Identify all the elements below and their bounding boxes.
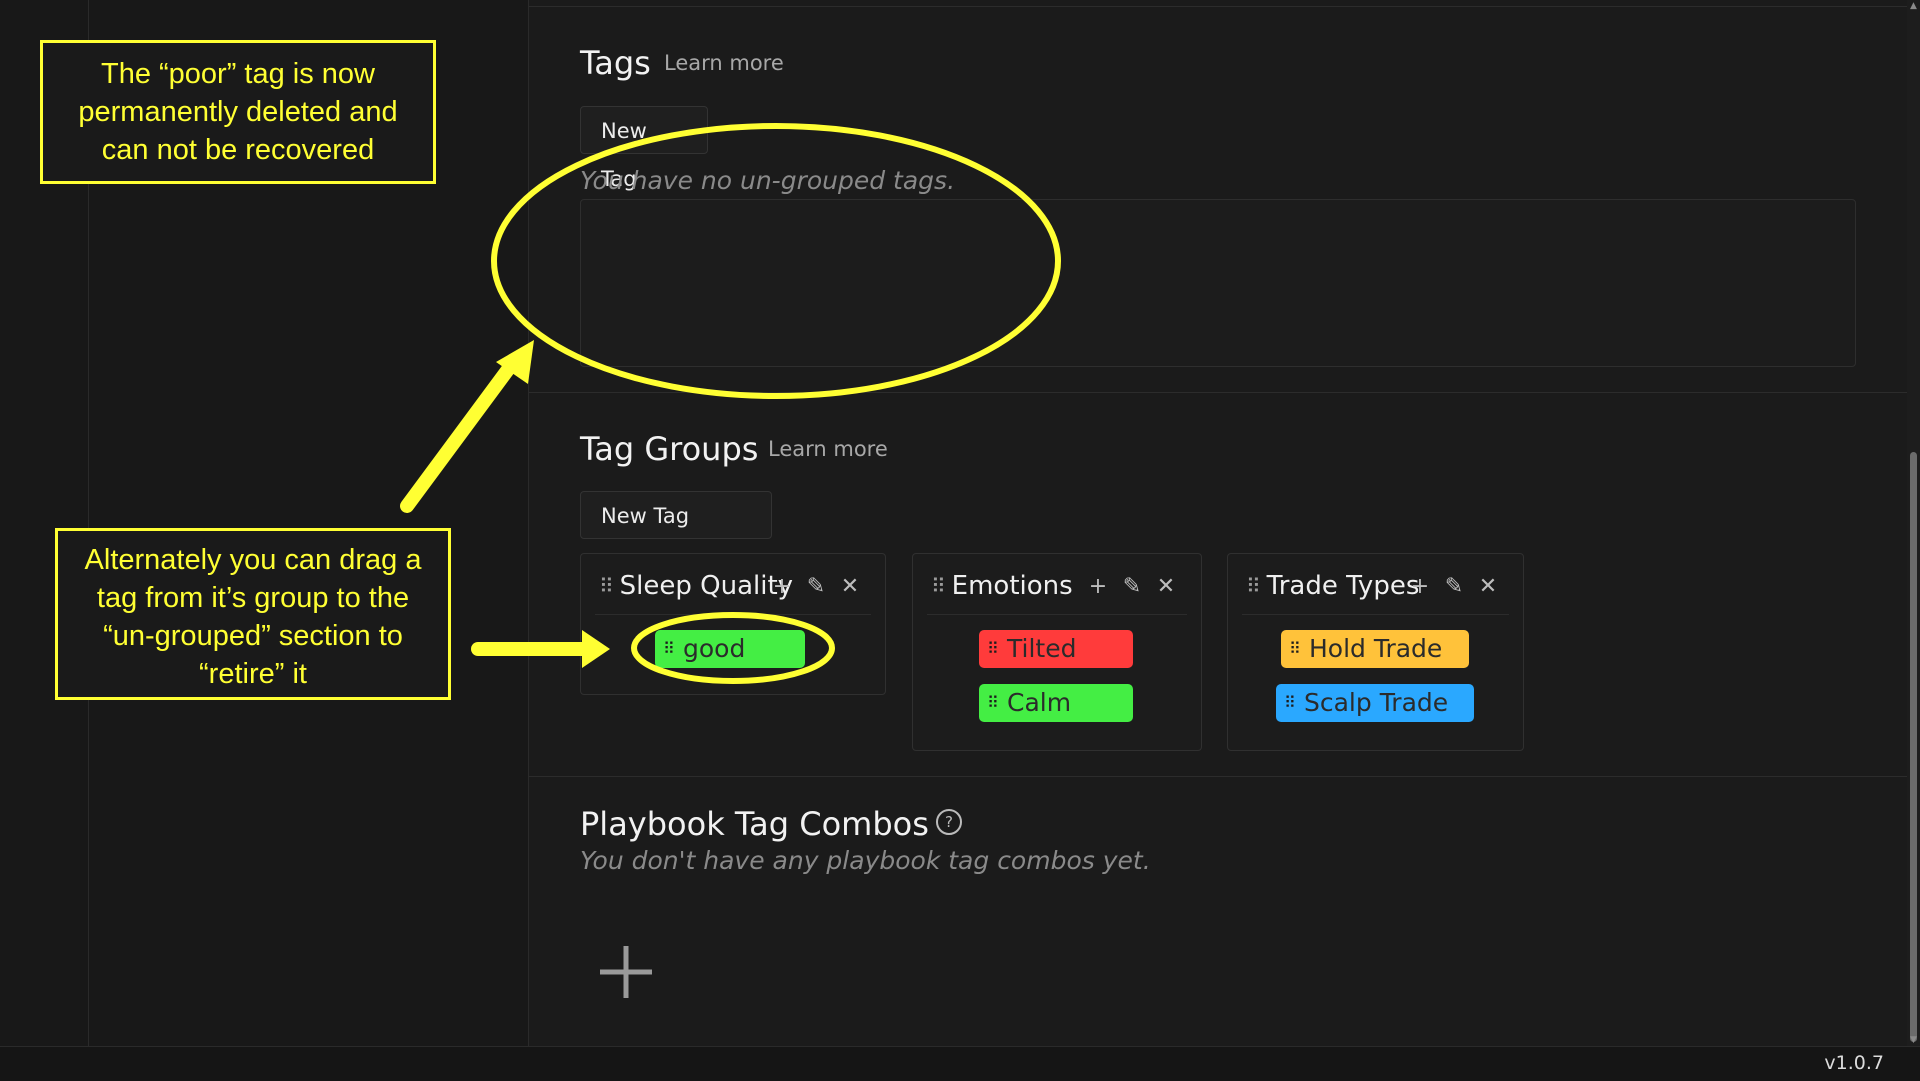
drag-handle-icon: ⠿ bbox=[1289, 639, 1301, 658]
add-playbook-combo-button[interactable] bbox=[596, 942, 656, 1002]
tags-learn-more-link[interactable]: Learn more bbox=[664, 51, 784, 75]
tag-label: Scalp Trade bbox=[1304, 688, 1449, 717]
new-tag-button[interactable]: New Tag bbox=[580, 106, 708, 191]
annotation-line: Alternately you can drag a bbox=[84, 544, 422, 576]
tag-chip[interactable]: ⠿ Calm bbox=[979, 684, 1133, 722]
annotation-line: permanently deleted and bbox=[78, 96, 398, 128]
annotation-line: can not be recovered bbox=[101, 134, 375, 166]
scrollbar-thumb[interactable] bbox=[1910, 452, 1917, 1042]
tag-label: good bbox=[683, 634, 746, 663]
tag-chip[interactable]: ⠿ Tilted bbox=[979, 630, 1133, 668]
section-divider-tags bbox=[529, 392, 1907, 393]
ungrouped-empty-message: You have no un-grouped tags. bbox=[580, 166, 956, 195]
status-bar bbox=[0, 1046, 1920, 1081]
version-label: v1.0.7 bbox=[1824, 1052, 1884, 1074]
tags-title: Tags bbox=[580, 44, 651, 82]
annotation-line: The “poor” tag is now bbox=[100, 58, 375, 90]
new-tag-group-button[interactable]: New Tag Group bbox=[580, 491, 772, 576]
tag-groups-learn-more-link[interactable]: Learn more bbox=[768, 437, 888, 461]
group-name: Sleep Quality bbox=[619, 571, 794, 601]
drag-handle-icon[interactable]: ⠿ bbox=[599, 574, 614, 598]
drag-handle-icon[interactable]: ⠿ bbox=[931, 574, 946, 598]
tag-chip[interactable]: ⠿ Scalp Trade bbox=[1276, 684, 1474, 722]
group-name: Emotions bbox=[951, 571, 1073, 601]
tag-label: Calm bbox=[1007, 688, 1072, 717]
edit-pencil-icon[interactable]: ✎ bbox=[805, 574, 827, 599]
section-divider-groups bbox=[529, 776, 1907, 777]
drag-handle-icon: ⠿ bbox=[663, 639, 675, 658]
add-tag-icon[interactable]: + bbox=[1087, 574, 1109, 599]
group-separator bbox=[595, 614, 871, 615]
annotation-line: “retire” it bbox=[199, 658, 307, 690]
top-divider bbox=[529, 6, 1907, 7]
annotation-line: “un-grouped” section to bbox=[103, 620, 403, 652]
group-name: Trade Types bbox=[1266, 571, 1420, 601]
drag-handle-icon: ⠿ bbox=[987, 693, 999, 712]
scroll-up-icon[interactable]: ▲ bbox=[1907, 0, 1920, 12]
group-separator bbox=[1242, 614, 1509, 615]
tag-chip[interactable]: ⠿ Hold Trade bbox=[1281, 630, 1469, 668]
tag-label: Hold Trade bbox=[1309, 634, 1443, 663]
plus-icon bbox=[600, 946, 652, 998]
annotation-note-retire: Alternately you can drag a tag from it’s… bbox=[55, 528, 451, 700]
tag-chip[interactable]: ⠿ good bbox=[655, 630, 805, 668]
playbook-title: Playbook Tag Combos bbox=[580, 805, 929, 843]
add-tag-icon[interactable]: + bbox=[1409, 574, 1431, 599]
close-icon[interactable]: ✕ bbox=[839, 574, 861, 599]
help-circle-icon[interactable]: ? bbox=[936, 809, 962, 835]
group-header: ⠿ Sleep Quality + ✎ ✕ bbox=[599, 568, 873, 604]
annotation-line: tag from it’s group to the bbox=[96, 582, 410, 614]
playbook-empty-message: You don't have any playbook tag combos y… bbox=[580, 846, 1151, 875]
annotation-note-deleted: The “poor” tag is now permanently delete… bbox=[40, 40, 436, 184]
scroll-down-icon[interactable]: ▼ bbox=[1907, 1034, 1920, 1046]
group-header: ⠿ Trade Types + ✎ ✕ bbox=[1246, 568, 1511, 604]
group-separator bbox=[927, 614, 1187, 615]
close-icon[interactable]: ✕ bbox=[1477, 574, 1499, 599]
close-icon[interactable]: ✕ bbox=[1155, 574, 1177, 599]
ungrouped-tags-dropzone[interactable] bbox=[580, 199, 1856, 367]
drag-handle-icon[interactable]: ⠿ bbox=[1246, 574, 1261, 598]
drag-handle-icon: ⠿ bbox=[987, 639, 999, 658]
edit-pencil-icon[interactable]: ✎ bbox=[1443, 574, 1465, 599]
group-header: ⠿ Emotions + ✎ ✕ bbox=[931, 568, 1189, 604]
drag-handle-icon: ⠿ bbox=[1284, 693, 1296, 712]
tag-group-card-emotions[interactable]: ⠿ Emotions + ✎ ✕ ⠿ Tilted ⠿ Calm bbox=[912, 553, 1202, 751]
edit-pencil-icon[interactable]: ✎ bbox=[1121, 574, 1143, 599]
tag-label: Tilted bbox=[1007, 634, 1077, 663]
tag-group-card-trade-types[interactable]: ⠿ Trade Types + ✎ ✕ ⠿ Hold Trade ⠿ Scalp… bbox=[1227, 553, 1524, 751]
tag-group-card-sleep-quality[interactable]: ⠿ Sleep Quality + ✎ ✕ ⠿ good bbox=[580, 553, 886, 695]
tag-groups-title: Tag Groups bbox=[580, 430, 759, 468]
add-tag-icon[interactable]: + bbox=[771, 574, 793, 599]
